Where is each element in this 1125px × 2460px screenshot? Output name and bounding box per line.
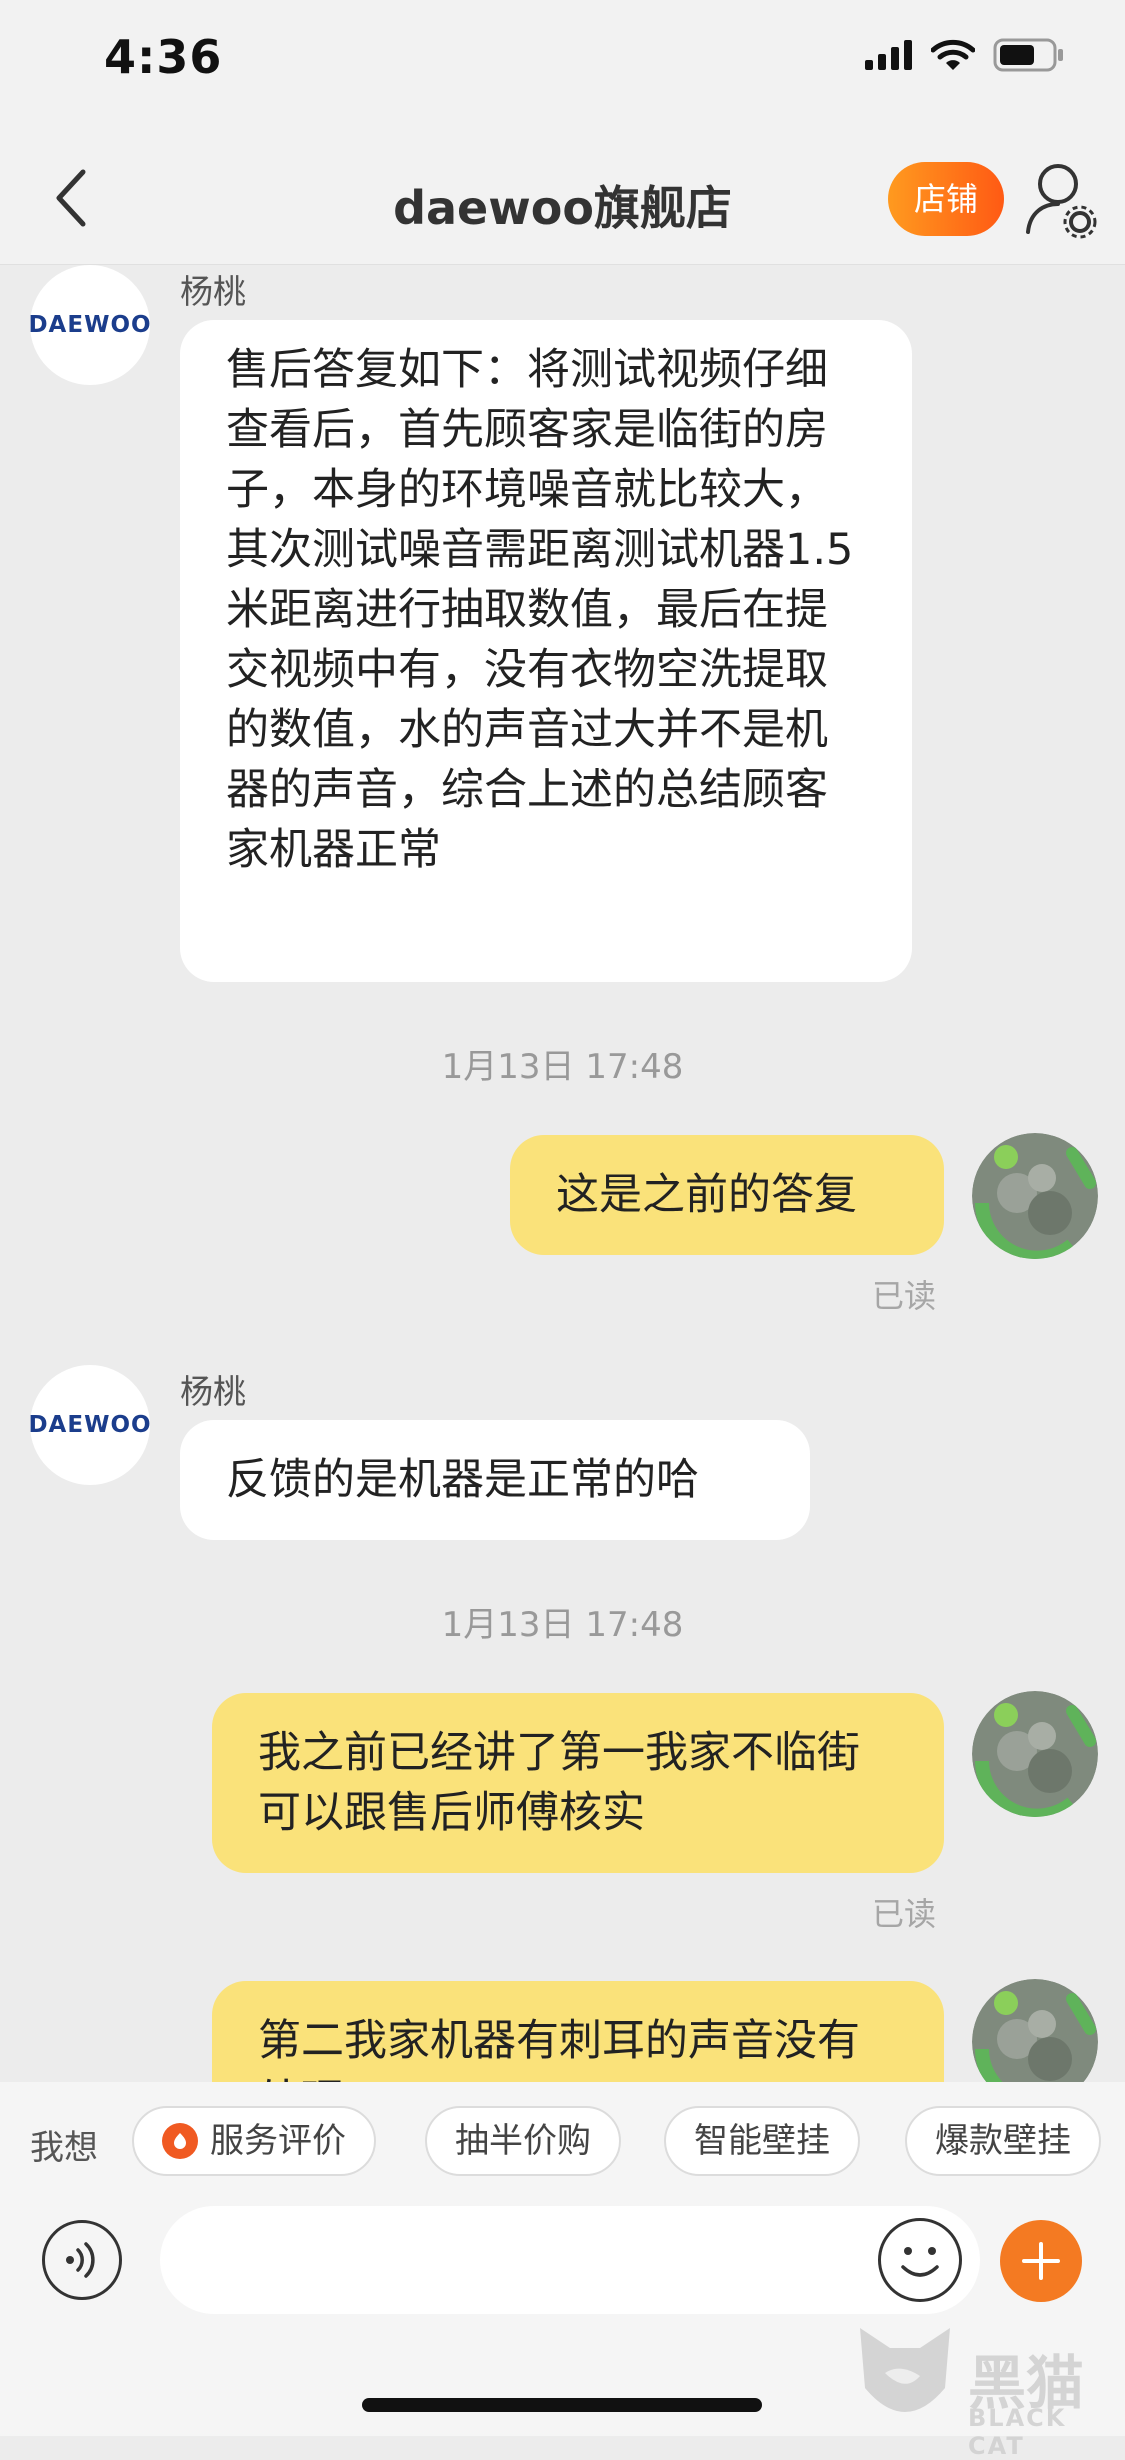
message-timestamp: 1月13日 17:48: [441, 1605, 684, 1645]
read-receipt: 已读: [872, 1895, 937, 1933]
sender-name: 杨桃: [180, 272, 246, 311]
message-timestamp: 1月13日 17:48: [441, 1047, 684, 1087]
quick-reply-service-rating[interactable]: 服务评价: [132, 2106, 376, 2176]
nav-bar: daewoo旗舰店 店铺: [0, 132, 1125, 265]
cat-logo-icon: [860, 2328, 950, 2412]
quick-reply-smart-wall[interactable]: 智能壁挂: [664, 2106, 860, 2176]
user-settings-icon: [1026, 164, 1097, 239]
voice-button[interactable]: [42, 2220, 122, 2300]
store-avatar[interactable]: DAEWOO: [28, 265, 151, 385]
emoji-button[interactable]: [878, 2218, 962, 2302]
user-avatar[interactable]: [972, 1133, 1098, 1259]
chat-area[interactable]: DAEWOO 杨桃 售后答复如下：将测试视频仔细查看后，首先顾客家是临街的房子，…: [0, 265, 1125, 2082]
user-avatar[interactable]: [972, 1691, 1098, 1817]
avatar-image: [972, 1979, 1098, 2082]
voice-icon: [66, 2242, 95, 2278]
chip-label: 抽半价购: [455, 2121, 591, 2161]
quick-reply-label: 我想: [30, 2128, 98, 2168]
status-icons: [865, 38, 1065, 72]
message-bubble-incoming[interactable]: 反馈的是机器是正常的哈: [180, 1420, 810, 1540]
message-input[interactable]: [160, 2206, 980, 2314]
plus-icon: [1022, 2242, 1060, 2280]
home-indicator: [362, 2398, 762, 2412]
add-button[interactable]: [1000, 2220, 1082, 2302]
store-button[interactable]: 店铺: [888, 162, 1004, 236]
store-avatar[interactable]: DAEWOO: [28, 1365, 151, 1485]
message-bubble-outgoing[interactable]: 我之前已经讲了第一我家不临街 可以跟售后师傅核实: [212, 1693, 944, 1873]
chip-label: 爆款壁挂: [935, 2121, 1071, 2161]
sender-name: 杨桃: [180, 1372, 246, 1411]
service-rating-icon: [162, 2123, 198, 2159]
message-bubble-outgoing[interactable]: 第二我家机器有刺耳的声音没有处理: [212, 1981, 944, 2082]
signal-icon: [865, 40, 912, 70]
emoji-icon: [901, 2247, 939, 2277]
quick-reply-half-price[interactable]: 抽半价购: [425, 2106, 621, 2176]
wifi-icon: [931, 39, 975, 70]
watermark-subtext: BLACK CAT: [968, 2404, 1067, 2460]
status-time: 4:36: [104, 30, 223, 84]
avatar-image: [972, 1133, 1098, 1259]
watermark: 黑猫 BLACK CAT: [850, 2318, 1125, 2460]
read-receipt: 已读: [872, 1277, 937, 1315]
status-bar: 4:36: [0, 0, 1125, 132]
chip-label: 智能壁挂: [694, 2121, 830, 2161]
chip-label: 服务评价: [210, 2121, 346, 2161]
message-bubble-outgoing[interactable]: 这是之前的答复: [510, 1135, 944, 1255]
user-avatar[interactable]: [972, 1979, 1098, 2082]
battery-icon: [993, 38, 1063, 72]
user-settings-button[interactable]: [1022, 160, 1102, 240]
quick-reply-hot-wall[interactable]: 爆款壁挂: [905, 2106, 1101, 2176]
avatar-image: [972, 1691, 1098, 1817]
message-bubble-incoming[interactable]: 售后答复如下：将测试视频仔细查看后，首先顾客家是临街的房子，本身的环境噪音就比较…: [180, 320, 912, 982]
